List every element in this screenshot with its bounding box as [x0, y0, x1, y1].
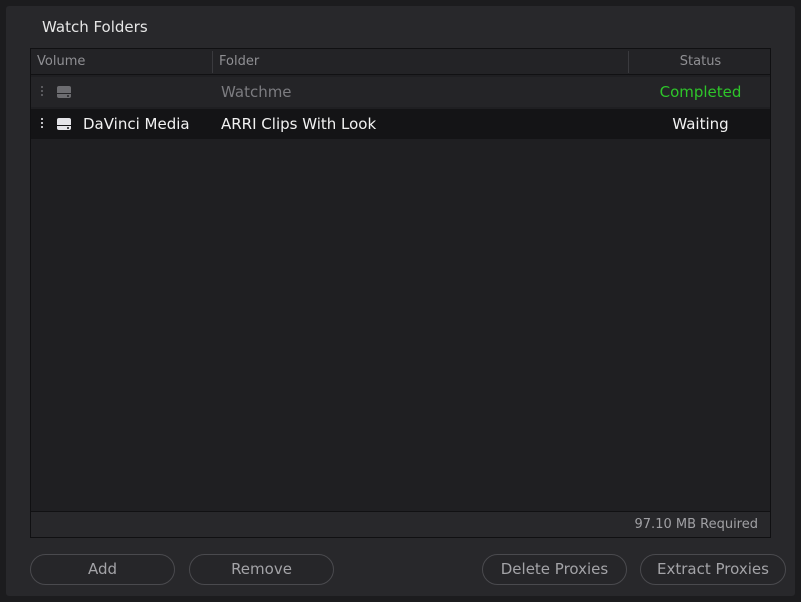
column-header-status[interactable]: Status — [629, 49, 772, 75]
drive-icon — [57, 118, 71, 130]
table-row[interactable]: Watchme Completed — [31, 77, 770, 107]
table-header: Volume Folder Status — [31, 49, 770, 75]
row-folder: Watchme — [221, 83, 292, 101]
column-header-volume[interactable]: Volume — [37, 49, 85, 75]
table-footer: 97.10 MB Required — [31, 511, 770, 537]
drag-handle-icon[interactable] — [41, 118, 44, 130]
column-divider[interactable] — [212, 51, 213, 73]
column-header-folder[interactable]: Folder — [219, 49, 259, 75]
watch-folders-table: Volume Folder Status Watchme Completed D… — [30, 48, 771, 538]
row-volume: DaVinci Media — [83, 115, 190, 133]
row-folder: ARRI Clips With Look — [221, 115, 377, 133]
row-status: Waiting — [672, 115, 729, 133]
drag-handle-icon[interactable] — [41, 86, 44, 98]
extract-proxies-button[interactable]: Extract Proxies — [640, 554, 786, 585]
space-required-label: 97.10 MB Required — [634, 517, 758, 532]
table-row[interactable]: DaVinci Media ARRI Clips With Look Waiti… — [31, 109, 770, 139]
dialog-title: Watch Folders — [42, 18, 148, 36]
remove-button[interactable]: Remove — [189, 554, 334, 585]
delete-proxies-button[interactable]: Delete Proxies — [482, 554, 627, 585]
add-button[interactable]: Add — [30, 554, 175, 585]
drive-icon — [57, 86, 71, 98]
row-status: Completed — [659, 83, 742, 101]
